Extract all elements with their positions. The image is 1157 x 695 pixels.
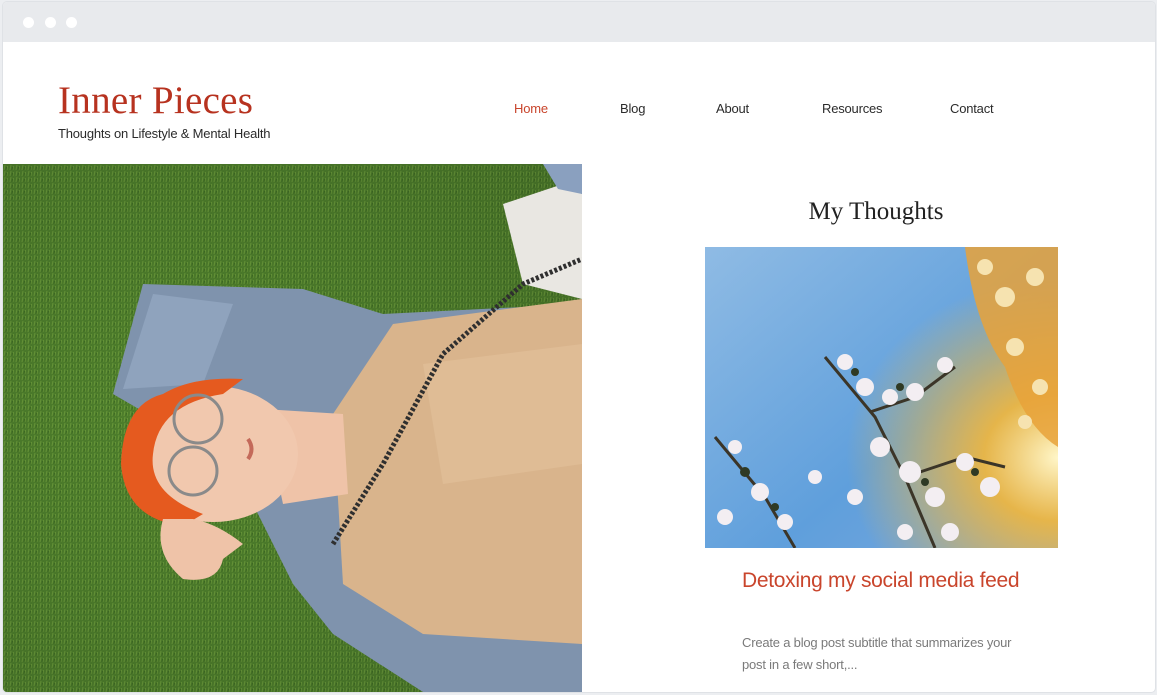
nav-contact[interactable]: Contact	[950, 101, 994, 116]
hero-photo	[3, 164, 582, 692]
nav-about[interactable]: About	[716, 101, 749, 116]
site-logo[interactable]: Inner Pieces Thoughts on Lifestyle & Men…	[58, 80, 271, 142]
window-dot-icon	[45, 17, 56, 28]
cherry-blossom-photo	[705, 247, 1058, 548]
window-dot-icon	[66, 17, 77, 28]
post-subtitle: Create a blog post subtitle that summari…	[742, 635, 1012, 672]
nav-home[interactable]: Home	[514, 101, 548, 116]
site-tagline: Thoughts on Lifestyle & Mental Health	[58, 126, 271, 141]
post-image[interactable]	[705, 247, 1058, 548]
nav-resources[interactable]: Resources	[822, 101, 883, 116]
site-title[interactable]: Inner Pieces	[58, 80, 270, 122]
section-title: My Thoughts	[808, 198, 944, 225]
hero-image	[3, 164, 582, 692]
post-title-link[interactable]: Detoxing my social media feed	[742, 567, 1042, 594]
window-dot-icon	[23, 17, 34, 28]
browser-window: Inner Pieces Thoughts on Lifestyle & Men…	[3, 2, 1155, 692]
browser-chrome	[3, 2, 1155, 42]
nav-blog[interactable]: Blog	[620, 101, 645, 116]
